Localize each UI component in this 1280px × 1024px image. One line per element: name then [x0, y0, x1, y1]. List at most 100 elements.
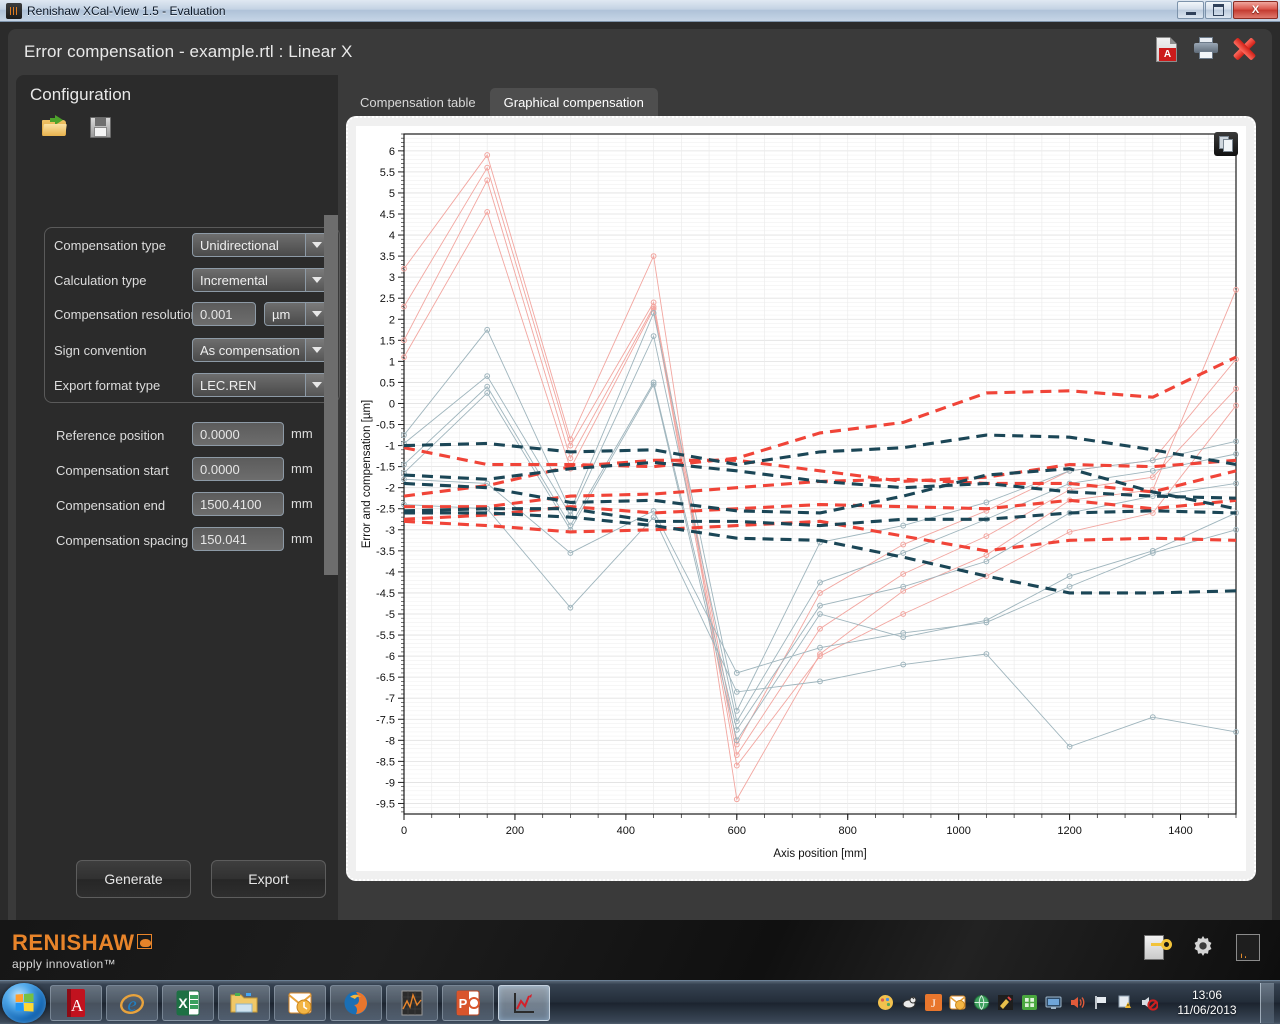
brand-footer: RENISHAW apply innovation™: [0, 920, 1280, 980]
copy-chart-icon[interactable]: [1214, 132, 1238, 156]
svg-text:0: 0: [401, 825, 407, 837]
label-compensation-resolution: Compensation resolution: [54, 307, 198, 322]
svg-text:600: 600: [728, 825, 746, 837]
taskbar-item-xcal-view[interactable]: [498, 985, 550, 1021]
svg-text:-1.5: -1.5: [376, 462, 395, 474]
value-compensation-type: Unidirectional: [200, 238, 279, 253]
svg-text:A: A: [71, 996, 84, 1015]
configuration-scrollbar[interactable]: [324, 215, 338, 575]
label-sign-convention: Sign convention: [54, 343, 147, 358]
dog-icon[interactable]: [901, 994, 918, 1011]
svg-text:2: 2: [389, 314, 395, 326]
app-header: Error compensation - example.rtl : Linea…: [8, 29, 1272, 75]
mute-icon[interactable]: [1141, 994, 1158, 1011]
input-compensation-start[interactable]: 0.0000: [192, 457, 284, 481]
export-button[interactable]: Export: [211, 860, 326, 898]
window-title: Renishaw XCal-View 1.5 - Evaluation: [27, 4, 226, 18]
print-icon[interactable]: [1194, 37, 1220, 65]
svg-text:1.5: 1.5: [380, 335, 395, 347]
field-compensation-start: Compensation start: [56, 457, 169, 483]
window-controls: X: [1177, 1, 1278, 19]
desktop-background: Renishaw XCal-View 1.5 - Evaluation X Er…: [0, 0, 1280, 1024]
svg-text:-3: -3: [385, 525, 395, 537]
unit-compensation-end: mm: [291, 496, 313, 511]
svg-text:-1: -1: [385, 441, 395, 453]
outlook-tray-icon[interactable]: [949, 994, 966, 1011]
minimize-button[interactable]: [1177, 1, 1204, 19]
input-reference-position[interactable]: 0.0000: [192, 422, 284, 446]
volume-icon[interactable]: [1069, 994, 1086, 1011]
svg-text:1: 1: [389, 356, 395, 368]
svg-text:-5: -5: [385, 609, 395, 621]
taskbar-item-outlook[interactable]: [274, 985, 326, 1021]
taskbar-item-adobe-reader[interactable]: A: [50, 985, 102, 1021]
renishaw-mark-icon: [137, 934, 152, 949]
svg-text:1200: 1200: [1057, 825, 1081, 837]
license-key-icon[interactable]: [1144, 934, 1172, 962]
svg-text:e: e: [127, 992, 136, 1016]
java-icon[interactable]: J: [925, 994, 942, 1011]
taskbar-item-firefox[interactable]: [330, 985, 382, 1021]
svg-text:-2: -2: [385, 483, 395, 495]
chart-document-icon[interactable]: [1236, 934, 1264, 962]
select-export-format-type[interactable]: LEC.REN: [192, 373, 328, 397]
save-file-icon[interactable]: [88, 115, 114, 139]
compensation-chart: 65.554.543.532.521.510.50-0.5-1-1.5-2-2.…: [356, 126, 1246, 871]
select-compensation-type[interactable]: Unidirectional: [192, 233, 328, 257]
taskbar-clock[interactable]: 13:06 11/06/2013: [1165, 988, 1249, 1018]
value-calculation-type: Incremental: [200, 273, 268, 288]
svg-text:-9: -9: [385, 777, 395, 789]
export-pdf-icon[interactable]: [1156, 37, 1182, 65]
label-export-format-type: Export format type: [54, 378, 160, 393]
settings-gear-icon[interactable]: [1190, 934, 1218, 962]
taskbar-item-xcal-data[interactable]: [386, 985, 438, 1021]
close-view-icon[interactable]: [1232, 37, 1258, 65]
configuration-panel: Configuration Compensation type Unidirec…: [16, 75, 338, 920]
scrollbar-thumb[interactable]: [324, 215, 338, 575]
tab-compensation-table[interactable]: Compensation table: [346, 89, 490, 116]
select-sign-convention[interactable]: As compensation: [192, 338, 328, 362]
input-compensation-spacing[interactable]: 150.041: [192, 527, 284, 551]
flag-icon[interactable]: [1093, 994, 1110, 1011]
configuration-heading: Configuration: [30, 85, 131, 105]
app-body: Configuration Compensation type Unidirec…: [8, 75, 1272, 920]
tab-graphical-compensation[interactable]: Graphical compensation: [490, 88, 658, 116]
window-close-button[interactable]: X: [1233, 1, 1278, 19]
defender-icon[interactable]: [1021, 994, 1038, 1011]
svg-text:X: X: [178, 995, 188, 1011]
input-compensation-end[interactable]: 1500.4100: [192, 492, 284, 516]
svg-text:3: 3: [389, 272, 395, 284]
taskbar-item-powerpoint[interactable]: P: [442, 985, 494, 1021]
svg-text:5.5: 5.5: [380, 167, 395, 179]
unit-reference-position: mm: [291, 426, 313, 441]
taskbar-item-internet-explorer[interactable]: e: [106, 985, 158, 1021]
network-globe-icon[interactable]: [973, 994, 990, 1011]
chart-card: 65.554.543.532.521.510.50-0.5-1-1.5-2-2.…: [346, 116, 1256, 881]
taskbar-item-excel[interactable]: X: [162, 985, 214, 1021]
page-title: Error compensation - example.rtl : Linea…: [24, 42, 352, 62]
start-button[interactable]: [2, 983, 46, 1023]
paint-icon[interactable]: [997, 994, 1014, 1011]
select-resolution-unit[interactable]: µm: [264, 302, 328, 326]
restore-button[interactable]: [1205, 1, 1232, 19]
svg-text:Error and compensation [µm]: Error and compensation [µm]: [361, 400, 373, 549]
generate-button[interactable]: Generate: [76, 860, 191, 898]
svg-text:-2.5: -2.5: [376, 504, 395, 516]
svg-text:6: 6: [389, 146, 395, 158]
input-compensation-resolution[interactable]: 0.001: [192, 302, 256, 326]
open-file-icon[interactable]: [42, 115, 68, 139]
footer-icons: [1144, 934, 1264, 962]
show-desktop-button[interactable]: [1260, 983, 1274, 1023]
label-calculation-type: Calculation type: [54, 273, 147, 288]
svg-text:-8: -8: [385, 735, 395, 747]
svg-text:2.5: 2.5: [380, 293, 395, 305]
taskbar-item-explorer[interactable]: [218, 985, 270, 1021]
svg-text:5: 5: [389, 188, 395, 200]
display-icon[interactable]: [1045, 994, 1062, 1011]
field-calculation-type: Calculation type: [54, 267, 147, 293]
label-compensation-spacing: Compensation spacing: [56, 533, 188, 548]
svg-text:4: 4: [389, 230, 395, 242]
palette-icon[interactable]: [877, 994, 894, 1011]
action-center-icon[interactable]: [1117, 994, 1134, 1011]
select-calculation-type[interactable]: Incremental: [192, 268, 328, 292]
